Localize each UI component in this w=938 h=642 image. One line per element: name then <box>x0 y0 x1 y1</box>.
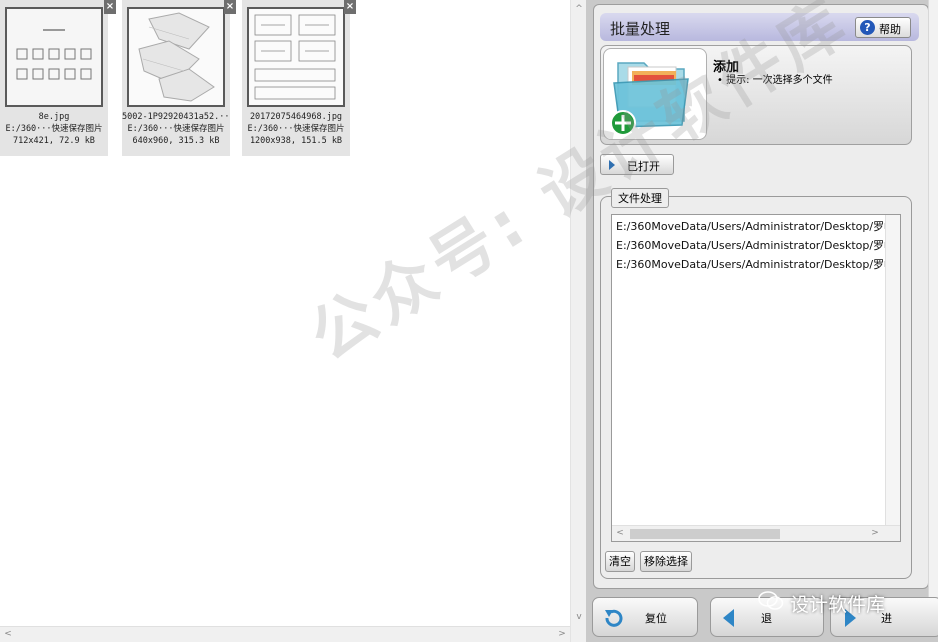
thumbnail-item[interactable]: × 5002-1P92920431a52.··· E:/360···快速保存图片… <box>122 0 236 156</box>
scroll-up-icon[interactable]: ^ <box>571 2 587 17</box>
help-icon: ? <box>860 20 875 35</box>
help-label: 帮助 <box>879 23 901 36</box>
clear-button[interactable]: 清空 <box>605 551 635 572</box>
remove-selected-button[interactable]: 移除选择 <box>640 551 692 572</box>
close-icon[interactable]: × <box>224 0 236 14</box>
vertical-scrollbar[interactable]: ^ v <box>570 0 586 642</box>
thumbnail-path: E:/360···快速保存图片 <box>5 124 103 134</box>
batch-panel: 批量处理 ? 帮助 添加 • 提示: 一次选择多个文件 已打开 文件处理 E:/… <box>586 0 938 642</box>
panel-title: 批量处理 <box>610 20 671 38</box>
file-list-item[interactable]: E:/360MoveData/Users/Administrator/Deskt… <box>616 218 895 234</box>
thumbnail-item[interactable]: × 8e.jpg E:/360···快速保存图片 712x421, 72.9 k… <box>0 0 116 156</box>
panel-scrollbar[interactable] <box>928 0 938 600</box>
thumbnail-item[interactable]: × 20172075464968.jpg E:/360···快速保存图片 120… <box>242 0 356 156</box>
thumbnail-info: 640x960, 315.3 kB <box>132 136 220 146</box>
thumbnail-info: 712x421, 72.9 kB <box>13 136 95 146</box>
close-icon[interactable]: × <box>104 0 116 14</box>
close-icon[interactable]: × <box>344 0 356 14</box>
list-horizontal-scrollbar[interactable]: < > <box>612 525 900 541</box>
thumbnail-area: × 8e.jpg E:/360···快速保存图片 712x421, 72.9 k… <box>0 0 570 626</box>
reset-label: 复位 <box>645 612 667 625</box>
add-tip: • 提示: 一次选择多个文件 <box>717 75 833 86</box>
batch-panel-inner: 批量处理 ? 帮助 添加 • 提示: 一次选择多个文件 已打开 文件处理 E:/… <box>593 4 929 589</box>
thumbnail-info: 1200x938, 151.5 kB <box>249 136 343 146</box>
folder-add-icon <box>610 62 689 136</box>
back-arrow-icon <box>723 609 734 627</box>
file-list-item[interactable]: E:/360MoveData/Users/Administrator/Deskt… <box>616 237 895 253</box>
scroll-right-icon[interactable]: > <box>867 526 883 541</box>
horizontal-scrollbar[interactable]: < > <box>0 626 570 642</box>
panel-header: 批量处理 ? 帮助 <box>600 13 919 41</box>
file-processing-group: 文件处理 E:/360MoveData/Users/Administrator/… <box>600 188 912 579</box>
opened-label: 已打开 <box>627 160 660 173</box>
scrollbar-thumb[interactable] <box>630 529 780 539</box>
help-button[interactable]: ? 帮助 <box>855 17 911 38</box>
file-processing-label: 文件处理 <box>611 188 669 208</box>
add-files-button[interactable] <box>603 48 707 140</box>
scroll-right-icon[interactable]: > <box>554 627 570 642</box>
thumbnail-path: E:/360···快速保存图片 <box>247 124 345 134</box>
thumbnail-filename: 20172075464968.jpg <box>249 112 343 122</box>
thumbnail-filename: 5002-1P92920431a52.··· <box>122 112 230 122</box>
thumbnail-path: E:/360···快速保存图片 <box>127 124 225 134</box>
back-label: 退 <box>761 612 772 625</box>
thumbnail-filename: 8e.jpg <box>38 112 70 122</box>
thumbnail-image[interactable] <box>5 7 103 107</box>
add-section: 添加 • 提示: 一次选择多个文件 <box>600 45 912 145</box>
watermark-corner: 设计软件库 <box>790 594 886 616</box>
reset-icon <box>605 609 623 627</box>
expand-arrow-icon <box>609 160 615 170</box>
file-list-item[interactable]: E:/360MoveData/Users/Administrator/Deskt… <box>616 256 895 272</box>
thumbnail-image[interactable] <box>247 7 345 107</box>
scroll-down-icon[interactable]: v <box>571 610 587 625</box>
reset-button[interactable]: 复位 <box>592 597 698 637</box>
thumbnail-image[interactable] <box>127 7 225 107</box>
opened-button[interactable]: 已打开 <box>600 154 674 175</box>
scroll-left-icon[interactable]: < <box>612 526 628 541</box>
list-vertical-scrollbar[interactable] <box>885 215 900 525</box>
scroll-left-icon[interactable]: < <box>0 627 16 642</box>
wechat-icon <box>758 591 784 610</box>
file-list[interactable]: E:/360MoveData/Users/Administrator/Deskt… <box>611 214 901 542</box>
